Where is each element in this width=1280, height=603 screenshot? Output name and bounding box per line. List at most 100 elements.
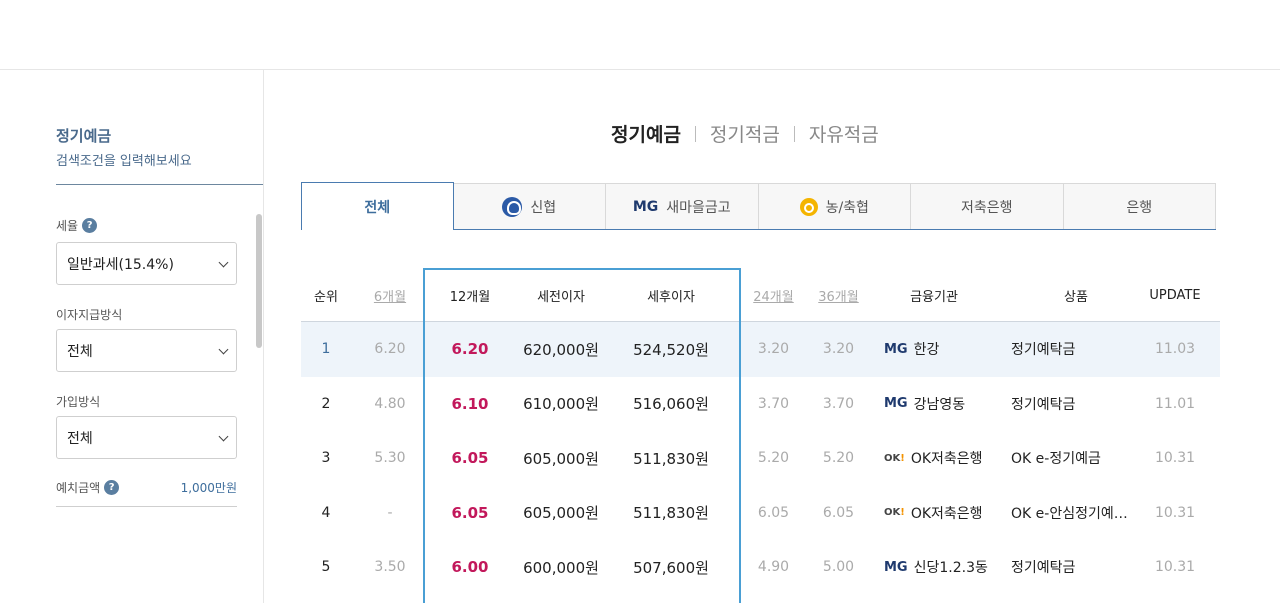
tax-label: 세율 ? [56,217,98,234]
update-cell: 10.31 [1154,504,1196,521]
table-row[interactable]: 4 - 6.05 605,000원 511,830원 6.05 6.05 OK!… [301,486,1220,541]
institution-name: OK저축은행 [910,451,983,468]
header-36-months[interactable]: 36개월 [806,270,871,321]
rate-36-cell: 3.20 [822,341,855,358]
category-term-deposit[interactable]: 정기예금 [611,120,681,147]
tax-label-text: 세율 [56,219,79,233]
mg-logo-icon: MG [884,341,908,357]
product-cell[interactable]: OK e-안심정기예… [1011,486,1141,541]
rate-6-cell: 4.80 [374,395,406,412]
product-cell[interactable]: 정기예탁금 [1011,377,1141,432]
sidebar-title: 정기예금 [56,127,112,145]
tab-savings-bank[interactable]: 저축은행 [911,183,1064,230]
rate-6-cell: - [387,504,393,521]
header-24-months[interactable]: 24개월 [741,270,806,321]
pre-tax-cell: 610,000원 [523,395,599,414]
rate-6-cell: 5.30 [374,450,406,467]
deposit-label: 예치금액 ? [56,479,120,496]
tab-bank[interactable]: 은행 [1063,183,1216,230]
table-header: 순위 6개월 12개월 세전이자 세후이자 24개월 36개월 금융기관 상품 … [301,270,1220,322]
rank-cell: 3 [321,450,331,467]
rank-cell: 4 [321,504,331,521]
category-divider [793,125,795,142]
tab-all[interactable]: 전체 [301,182,454,230]
join-select[interactable]: 전체 [56,416,237,459]
tax-select-value: 일반과세(15.4%) [67,256,174,273]
institution-cell[interactable]: OK! OK저축은행 [884,431,1004,486]
product-cell[interactable]: OK e-정기예금 [1011,431,1141,486]
product-cell[interactable]: 정기예탁금 [1011,540,1141,595]
tab-cu-label: 신협 [530,199,557,216]
pre-tax-cell: 605,000원 [523,504,599,523]
nh-logo-icon [799,197,818,216]
update-cell: 10.31 [1154,450,1196,467]
rate-table: 순위 6개월 12개월 세전이자 세후이자 24개월 36개월 금융기관 상품 … [301,270,1220,595]
rate-36-cell: 5.00 [822,559,855,576]
post-tax-cell: 511,830원 [633,449,709,468]
chevron-down-icon [218,344,229,355]
mg-logo-icon: MG [884,396,908,412]
header-12-months[interactable]: 12개월 [429,270,511,321]
tax-select[interactable]: 일반과세(15.4%) [56,242,237,285]
header-institution: 금융기관 [910,290,958,305]
rate-6-cell: 3.50 [374,559,406,576]
interest-select[interactable]: 전체 [56,329,237,372]
header-6-months[interactable]: 6개월 [351,270,429,321]
institution-name: 신당1.2.3동 [913,560,988,577]
ok-logo-icon: OK! [884,507,905,519]
category-divider [694,125,696,142]
deposit-slider-track[interactable] [56,506,237,507]
interest-label-text: 이자지급방식 [56,308,123,322]
pre-tax-cell: 600,000원 [523,558,599,577]
help-icon[interactable]: ? [104,480,120,495]
mg-logo-icon: MG [884,559,908,575]
table-row[interactable]: 3 5.30 6.05 605,000원 511,830원 5.20 5.20 … [301,431,1220,486]
sidebar-subtitle: 검색조건을 입력해보세요 [56,154,192,169]
tabs-baseline [453,229,1216,230]
table-row[interactable]: 2 4.80 6.10 610,000원 516,060원 3.70 3.70 … [301,377,1220,432]
category-free-savings[interactable]: 자유적금 [809,120,879,147]
rate-24-cell: 3.20 [757,341,790,358]
update-cell: 10.31 [1154,559,1196,576]
help-icon[interactable]: ? [82,218,98,233]
sidebar-divider [56,184,263,185]
update-cell: 11.03 [1154,341,1196,358]
institution-cell[interactable]: MG 강남영동 [884,377,1004,432]
deposit-row: 예치금액 ? 1,000만원 [56,479,237,496]
institution-cell[interactable]: OK! OK저축은행 [884,486,1004,541]
ok-logo-icon: OK! [884,452,905,464]
header-post-tax: 세후이자 [647,290,695,305]
header-product: 상품 [1064,290,1088,305]
rate-6-cell: 6.20 [374,341,406,358]
top-header-bar [0,0,1280,70]
deposit-amount[interactable]: 1,000만원 [181,479,237,496]
rate-12-cell: 6.05 [451,449,489,468]
product-cell[interactable]: 정기예탁금 [1011,322,1141,377]
table-row[interactable]: 5 3.50 6.00 600,000원 507,600원 4.90 5.00 … [301,540,1220,595]
rate-12-cell: 6.05 [451,503,489,522]
pre-tax-cell: 605,000원 [523,449,599,468]
search-sidebar: 정기예금 검색조건을 입력해보세요 세율 ? 일반과세(15.4%) 이자지급방… [0,70,264,603]
tab-mg[interactable]: MG 새마을금고 [606,183,759,230]
post-tax-cell: 511,830원 [633,504,709,523]
header-pre-tax: 세전이자 [537,290,585,305]
category-installment-savings[interactable]: 정기적금 [710,120,780,147]
tab-nh[interactable]: 농/축협 [758,183,911,230]
tab-savings-bank-label: 저축은행 [960,199,1013,216]
join-select-value: 전체 [67,430,93,447]
post-tax-cell: 524,520원 [633,340,709,359]
rate-36-cell: 3.70 [822,395,855,412]
institution-name: OK저축은행 [910,505,983,522]
rate-24-cell: 6.05 [757,504,790,521]
rate-12-cell: 6.20 [451,340,489,359]
post-tax-cell: 516,060원 [633,395,709,414]
rate-36-cell: 6.05 [822,504,855,521]
institution-cell[interactable]: MG 한강 [884,322,1004,377]
institution-cell[interactable]: MG 신당1.2.3동 [884,540,1004,595]
table-row[interactable]: 1 6.20 6.20 620,000원 524,520원 3.20 3.20 … [301,322,1220,377]
rank-cell: 2 [321,395,331,412]
rate-12-cell: 6.10 [451,394,489,413]
tab-bank-label: 은행 [1126,199,1153,216]
tab-cu[interactable]: 신협 [453,183,606,230]
sidebar-scrollbar[interactable] [256,214,262,348]
